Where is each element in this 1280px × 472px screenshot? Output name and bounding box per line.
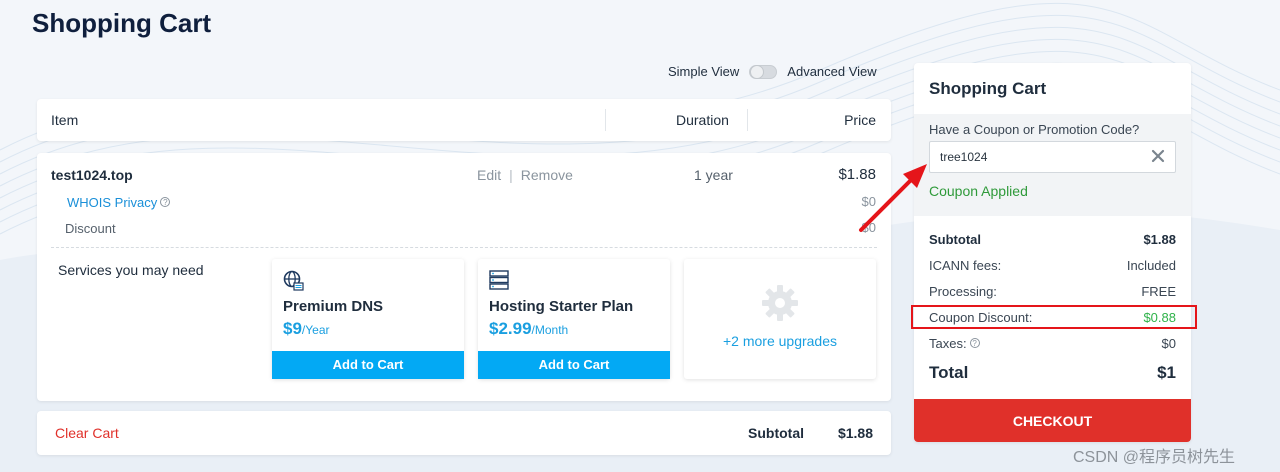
cart-item-card: test1024.top Edit | Remove 1 year $1.88 WH… [37,153,891,401]
page-title: Shopping Cart [32,8,212,38]
watermark: CSDN @程序员树先生 [1073,449,1236,466]
services-label: Services you may need [58,262,204,278]
help-icon[interactable]: ? [160,197,171,207]
order-summary-panel: Shopping Cart Have a Coupon or Promotion… [914,63,1191,442]
footer-subtotal-label: Subtotal [748,425,804,441]
item-domain: test1024.top [51,167,133,183]
summary-row-icann: ICANN fees: Included [929,258,1176,273]
edit-link[interactable]: Edit [477,167,501,183]
more-upgrades-link[interactable]: +2 more upgrades [684,333,876,349]
item-divider [51,247,877,248]
server-icon [489,270,509,290]
add-hosting-button[interactable]: Add to Cart [478,351,670,379]
summary-title: Shopping Cart [929,79,1047,98]
close-icon[interactable] [1150,148,1166,164]
summary-value: Included [1126,258,1176,273]
summary-row-taxes: Taxes:? $0 [929,336,1176,351]
cart-footer: Clear Cart Subtotal $1.88 [37,411,891,455]
more-upgrades-card[interactable]: +2 more upgrades [684,259,876,379]
service-name: Premium DNS [283,298,384,315]
summary-value: $1 [1157,363,1176,382]
remove-link[interactable]: Remove [521,167,573,183]
clear-cart-link[interactable]: Clear Cart [55,425,119,441]
summary-value: FREE [1141,284,1176,299]
whois-privacy: WHOIS Privacy? [67,195,171,210]
service-price: $9/Year [283,319,330,338]
summary-row-total: Total $1 [929,363,1176,383]
view-toggle: Simple View Advanced View [668,64,877,79]
simple-view-label[interactable]: Simple View [668,64,739,79]
header-price: Price [844,112,876,128]
summary-label: ICANN fees: [929,258,1002,273]
service-price: $2.99/Month [489,319,569,338]
cart-table-header: Item Duration Price [37,99,891,141]
summary-label: Taxes: [929,336,967,351]
switch-knob [750,64,765,79]
summary-row-processing: Processing: FREE [929,284,1176,299]
item-duration[interactable]: 1 year [694,167,733,183]
annotation-arrow [859,164,927,232]
globe-dns-icon [283,270,304,291]
header-divider [747,109,748,131]
header-item: Item [51,112,79,128]
discount-label: Discount [65,221,116,236]
summary-label: Subtotal [929,232,981,247]
summary-label: Total [929,363,969,382]
service-card-premium-dns: Premium DNS $9/Year Add to Cart [272,259,464,379]
coupon-section: Have a Coupon or Promotion Code? Coupon … [914,114,1191,216]
annotation-highlight-box [911,305,1197,329]
header-divider [605,109,606,131]
action-separator: | [509,167,513,183]
gear-icon [762,285,798,321]
advanced-view-label[interactable]: Advanced View [787,64,876,79]
summary-value: $1.88 [1143,232,1176,247]
whois-privacy-label[interactable]: WHOIS Privacy [67,195,157,210]
coupon-status: Coupon Applied [929,183,1028,199]
add-premium-dns-button[interactable]: Add to Cart [272,351,464,379]
summary-row-subtotal: Subtotal $1.88 [929,232,1176,247]
help-icon[interactable]: ? [969,338,980,348]
item-actions: Edit | Remove [477,167,573,183]
view-switch[interactable] [749,64,778,79]
summary-label: Processing: [929,284,997,299]
service-name: Hosting Starter Plan [489,298,634,315]
header-duration: Duration [676,112,729,128]
coupon-input[interactable] [929,141,1176,173]
footer-subtotal-value: $1.88 [837,425,873,441]
service-card-hosting: Hosting Starter Plan $2.99/Month Add to … [478,259,670,379]
coupon-label: Have a Coupon or Promotion Code? [929,122,1140,137]
checkout-button[interactable]: CHECKOUT [914,399,1191,442]
summary-value: $0 [1161,336,1176,351]
